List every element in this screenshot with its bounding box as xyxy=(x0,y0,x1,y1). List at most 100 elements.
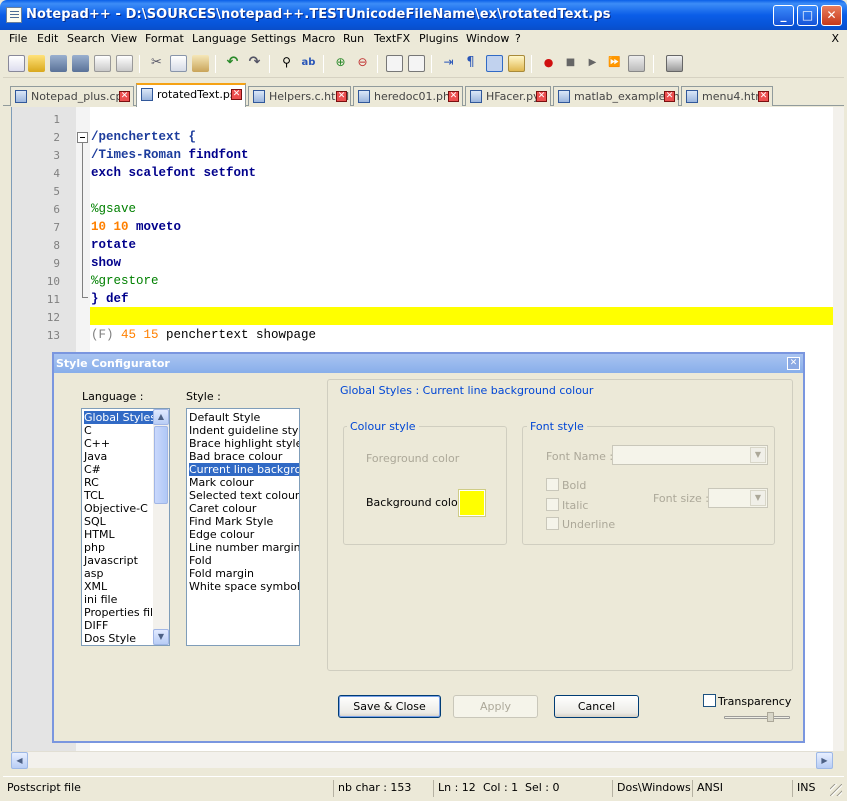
style-item[interactable]: Indent guideline style xyxy=(189,424,299,437)
scroll-up-icon[interactable]: ▲ xyxy=(153,409,169,425)
transparency-slider-track[interactable] xyxy=(724,716,790,719)
style-item[interactable]: Brace highlight style xyxy=(189,437,299,450)
save-all-icon[interactable] xyxy=(72,55,89,72)
open-file-icon[interactable] xyxy=(28,55,45,72)
user-defined-dialog-icon[interactable] xyxy=(508,55,525,72)
language-item[interactable]: Properties file xyxy=(84,606,160,619)
style-item[interactable]: Line number margin xyxy=(189,541,299,554)
language-item[interactable]: Java xyxy=(84,450,107,463)
apply-button[interactable]: Apply xyxy=(453,695,538,718)
fold-collapse-icon[interactable] xyxy=(77,132,88,143)
language-item[interactable]: DIFF xyxy=(84,619,108,632)
maximize-button[interactable]: □ xyxy=(797,5,818,26)
sync-vertical-icon[interactable] xyxy=(386,55,403,72)
play-macro-multiple-icon[interactable]: ⏩ xyxy=(606,55,623,72)
paste-icon[interactable] xyxy=(192,55,209,72)
close-all-icon[interactable] xyxy=(116,55,133,72)
style-item[interactable]: White space symbol xyxy=(189,580,299,593)
copy-icon[interactable] xyxy=(170,55,187,72)
bold-checkbox[interactable] xyxy=(546,478,559,491)
transparency-checkbox[interactable] xyxy=(703,694,716,707)
menu-macro[interactable]: Macro xyxy=(302,32,335,45)
style-item[interactable]: Current line background colour xyxy=(189,463,299,476)
style-listbox[interactable]: Default Style Indent guideline style Brace… xyxy=(186,408,300,646)
record-macro-icon[interactable]: ● xyxy=(540,55,557,72)
zoom-out-icon[interactable]: ⊖ xyxy=(354,55,371,72)
vertical-scrollbar[interactable] xyxy=(833,107,844,751)
replace-icon[interactable]: ab xyxy=(300,55,317,72)
language-item[interactable]: C++ xyxy=(84,437,110,450)
language-item[interactable]: C xyxy=(84,424,92,437)
menu-settings[interactable]: Settings xyxy=(251,32,296,45)
scroll-right-icon[interactable]: ▶ xyxy=(816,752,833,769)
language-item[interactable]: XML xyxy=(84,580,107,593)
save-icon[interactable] xyxy=(50,55,67,72)
language-item[interactable]: RC xyxy=(84,476,99,489)
close-tab-icon[interactable]: ✕ xyxy=(448,91,459,102)
redo-icon[interactable]: ↷ xyxy=(246,55,263,72)
language-item[interactable]: Javascript xyxy=(84,554,138,567)
menu-view[interactable]: View xyxy=(111,32,137,45)
menu-search[interactable]: Search xyxy=(67,32,105,45)
tab-rotatedtext-ps[interactable]: rotatedText.ps ✕ xyxy=(136,83,246,107)
stop-macro-icon[interactable]: ■ xyxy=(562,55,579,72)
zoom-in-icon[interactable]: ⊕ xyxy=(332,55,349,72)
dialog-close-icon[interactable]: ✕ xyxy=(787,357,800,370)
cut-icon[interactable]: ✂ xyxy=(148,55,165,72)
tab-hfacer-py[interactable]: HFacer.py ✕ xyxy=(465,86,551,106)
italic-checkbox[interactable] xyxy=(546,498,559,511)
style-item[interactable]: Mark colour xyxy=(189,476,254,489)
language-item[interactable]: ini file xyxy=(84,593,117,606)
tab-menu4-html[interactable]: menu4.html ✕ xyxy=(681,86,773,106)
style-item[interactable]: Caret colour xyxy=(189,502,256,515)
minimize-button[interactable]: _ xyxy=(773,5,794,26)
font-name-combo[interactable]: ▼ xyxy=(612,445,768,465)
close-tab-icon[interactable]: ✕ xyxy=(119,91,130,102)
tab-matlab-example-m[interactable]: matlab_example.m ✕ xyxy=(553,86,680,106)
language-item[interactable]: HTML xyxy=(84,528,115,541)
language-listbox[interactable]: Global Styles C C++ Java C# RC TCL Objective-C S… xyxy=(81,408,170,646)
menu-help[interactable]: ? xyxy=(515,32,521,45)
menu-window[interactable]: Window xyxy=(466,32,509,45)
new-file-icon[interactable] xyxy=(8,55,25,72)
print-icon[interactable] xyxy=(666,55,683,72)
sync-horizontal-icon[interactable] xyxy=(408,55,425,72)
close-document-x[interactable]: X xyxy=(831,32,839,45)
save-macro-icon[interactable] xyxy=(628,55,645,72)
style-item[interactable]: Edge colour xyxy=(189,528,254,541)
menu-format[interactable]: Format xyxy=(145,32,184,45)
close-tab-icon[interactable]: ✕ xyxy=(231,89,242,100)
underline-checkbox[interactable] xyxy=(546,517,559,530)
undo-icon[interactable]: ↶ xyxy=(224,55,241,72)
show-all-characters-icon[interactable]: ¶ xyxy=(462,55,479,72)
tab-helpers-c-html[interactable]: Helpers.c.html ✕ xyxy=(248,86,351,106)
scroll-thumb[interactable] xyxy=(154,426,168,504)
style-item[interactable]: Bad brace colour xyxy=(189,450,282,463)
scroll-down-icon[interactable]: ▼ xyxy=(153,629,169,645)
chevron-down-icon[interactable]: ▼ xyxy=(750,490,766,506)
chevron-down-icon[interactable]: ▼ xyxy=(750,447,766,463)
dialog-title-bar[interactable]: Style Configurator ✕ xyxy=(54,354,803,373)
language-item[interactable]: php xyxy=(84,541,105,554)
scroll-left-icon[interactable]: ◀ xyxy=(11,752,28,769)
close-tab-icon[interactable]: ✕ xyxy=(336,91,347,102)
menu-textfx[interactable]: TextFX xyxy=(374,32,410,45)
style-item[interactable]: Selected text colour xyxy=(189,489,299,502)
language-item[interactable]: C# xyxy=(84,463,101,476)
font-size-combo[interactable]: ▼ xyxy=(708,488,768,508)
menu-run[interactable]: Run xyxy=(343,32,364,45)
play-macro-icon[interactable]: ▶ xyxy=(584,55,601,72)
resize-grip[interactable] xyxy=(830,784,842,796)
close-button[interactable]: ✕ xyxy=(821,5,842,26)
cancel-button[interactable]: Cancel xyxy=(554,695,639,718)
style-item[interactable]: Find Mark Style xyxy=(189,515,273,528)
language-item[interactable]: TCL xyxy=(84,489,104,502)
find-icon[interactable]: ⚲ xyxy=(278,55,295,72)
tab-heredoc01-php[interactable]: heredoc01.php ✕ xyxy=(353,86,463,106)
close-tab-icon[interactable]: ✕ xyxy=(536,91,547,102)
language-item[interactable]: Global Styles xyxy=(84,411,159,424)
menu-language[interactable]: Language xyxy=(192,32,246,45)
save-close-button[interactable]: Save & Close xyxy=(338,695,441,718)
language-item[interactable]: asp xyxy=(84,567,103,580)
menu-file[interactable]: File xyxy=(9,32,27,45)
